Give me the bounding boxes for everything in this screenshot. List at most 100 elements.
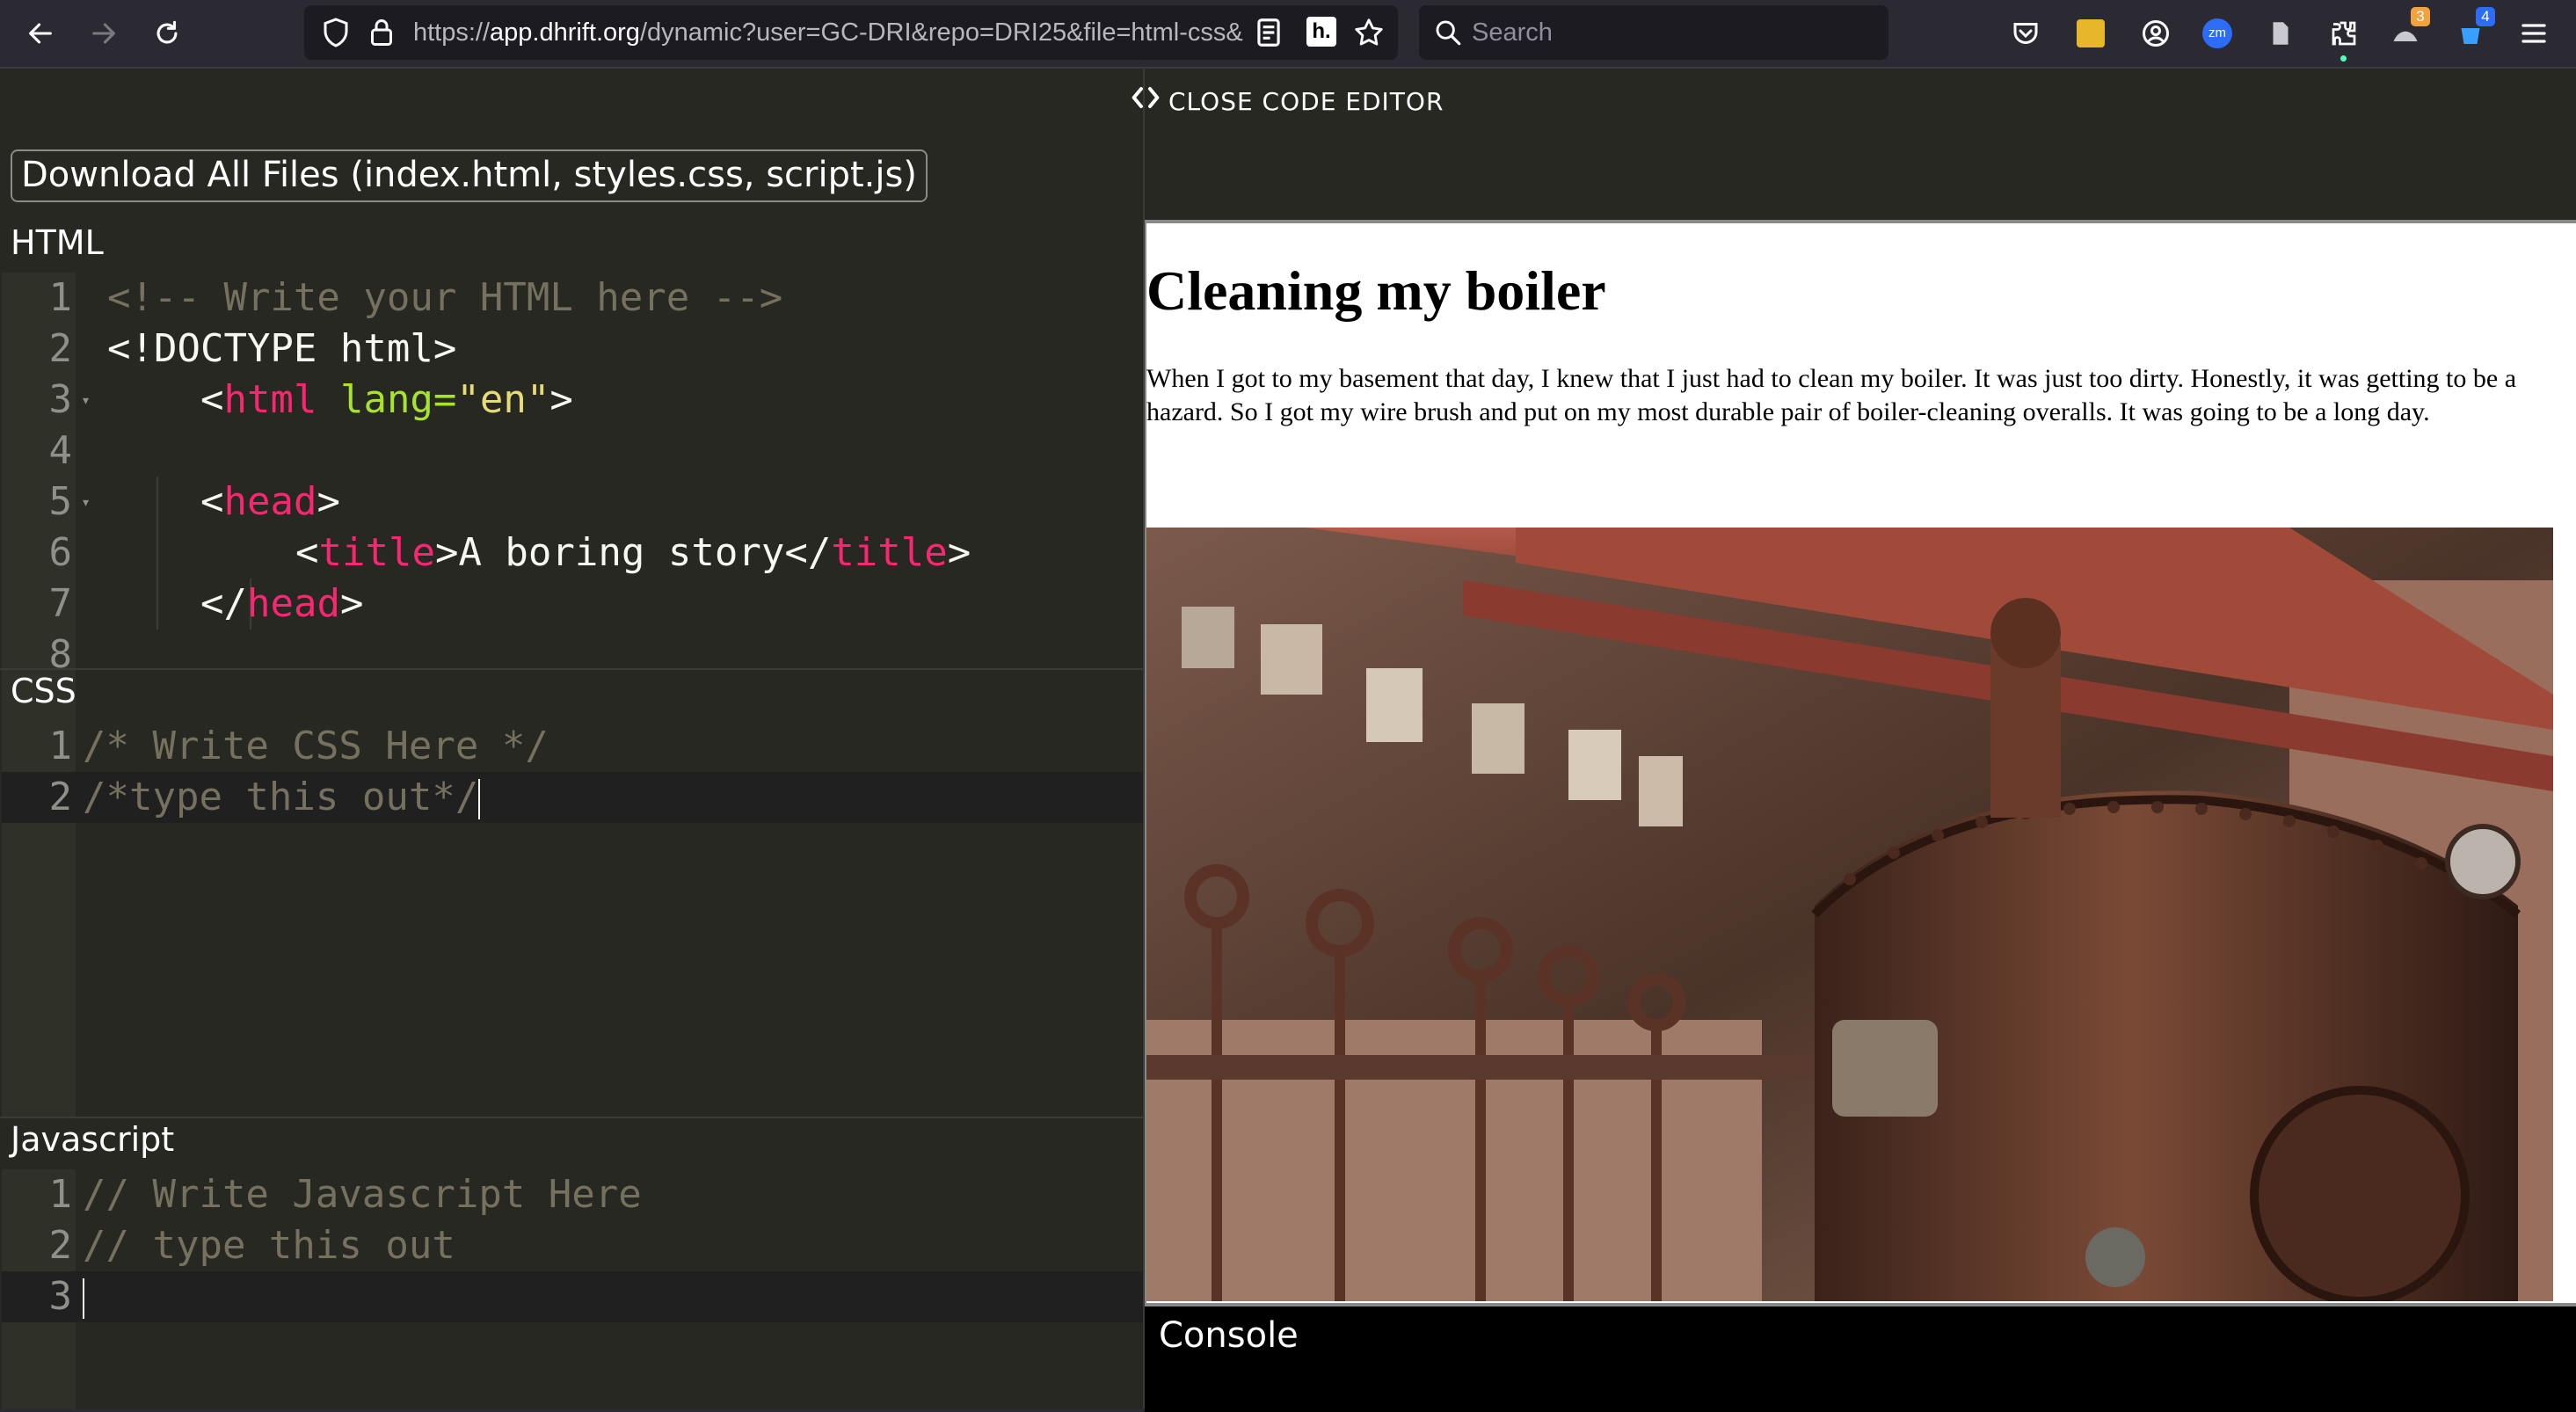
console-panel: Console	[1145, 1303, 2576, 1412]
line-number: 2	[48, 326, 73, 371]
back-button[interactable]	[16, 9, 65, 58]
pocket-icon[interactable]	[2005, 12, 2047, 55]
puzzle-icon[interactable]	[2323, 12, 2365, 62]
preview-heading: Cleaning my boiler	[1146, 259, 1606, 322]
css-section-label: CSS	[11, 672, 76, 710]
extension-badge-a: 3	[2411, 7, 2430, 26]
editor-divider[interactable]	[0, 668, 1143, 670]
preview-paragraph: When I got to my basement that day, I kn…	[1146, 364, 2517, 426]
zoom-extension-icon[interactable]: zm	[2196, 12, 2238, 55]
url-bar[interactable]: https://app.dhrift.org/dynamic?user=GC-D…	[304, 5, 1398, 60]
code-text	[83, 1271, 84, 1322]
code-tag: head	[223, 479, 317, 524]
code-line: 1 /* Write CSS Here */	[2, 721, 1143, 772]
code-text: </head>	[200, 579, 363, 630]
reader-view-icon[interactable]	[1252, 16, 1285, 49]
tracking-shield-icon[interactable]	[320, 17, 352, 48]
code-comment: /*type this out*/	[83, 775, 479, 819]
line-number: 6	[48, 530, 73, 575]
code-tag: title	[831, 530, 948, 575]
code-line-active: 3	[2, 1271, 1143, 1322]
close-code-editor-label: CLOSE CODE EDITOR	[1168, 87, 1444, 116]
editor-divider[interactable]	[0, 1117, 1143, 1118]
code-punct: <	[200, 479, 224, 524]
code-punct: >	[339, 581, 364, 626]
code-line: 1 <!-- Write your HTML here -->	[2, 273, 1143, 324]
download-all-files-button[interactable]: Download All Files (index.html, styles.c…	[11, 149, 928, 202]
account-icon[interactable]	[2135, 12, 2177, 55]
code-line: 3 ▾ <html lang="en">	[2, 375, 1143, 426]
code-tag: title	[318, 530, 435, 575]
text-cursor	[478, 779, 481, 819]
live-preview-pane: Cleaning my boiler When I got to my base…	[1145, 220, 2576, 1305]
code-line: 5 ▾ <head>	[2, 477, 1143, 528]
code-text: // type this out	[83, 1223, 455, 1268]
close-code-editor-button[interactable]: CLOSE CODE EDITOR	[1128, 84, 1444, 120]
line-number: 4	[48, 428, 73, 473]
code-inner-text: A boring story	[458, 530, 785, 575]
code-punct: >	[317, 479, 340, 524]
blue-extension-icon[interactable]: 4	[2449, 7, 2495, 55]
code-punct: <	[200, 377, 224, 422]
extension-badge-b: 4	[2476, 7, 2495, 26]
honey-extension-icon[interactable]: h.	[1306, 17, 1336, 47]
html-code-editor[interactable]: 1 <!-- Write your HTML here --> 2 <!DOCT…	[2, 273, 1143, 737]
code-punct: </	[200, 581, 247, 626]
line-number: 7	[48, 581, 73, 626]
code-line: 4	[2, 426, 1143, 477]
padlock-icon[interactable]	[366, 17, 397, 48]
fold-arrow-icon[interactable]: ▾	[83, 496, 89, 510]
css-code-editor[interactable]: 1 /* Write CSS Here */ 2 /*type this out…	[2, 721, 1143, 1117]
code-line: 7 </head>	[2, 579, 1143, 630]
search-bar[interactable]: Search	[1419, 5, 1888, 60]
zoom-extension-label: zm	[2202, 18, 2232, 48]
line-number: 1	[48, 275, 73, 320]
code-line: 1 // Write Javascript Here	[2, 1169, 1143, 1220]
code-punct: </	[784, 530, 832, 575]
text-cursor	[83, 1278, 84, 1319]
line-number: 1	[48, 1172, 73, 1217]
fold-arrow-icon[interactable]: ▾	[83, 394, 89, 408]
forward-arrow-icon	[92, 23, 115, 44]
code-line: 2 <!DOCTYPE html>	[2, 324, 1143, 375]
code-tag: head	[246, 581, 340, 626]
console-label: Console	[1159, 1315, 1299, 1356]
boiler-photo	[1146, 528, 2553, 1305]
code-brackets-icon	[1128, 80, 1163, 125]
bookmark-star-icon[interactable]	[1352, 16, 1386, 49]
code-text: <head>	[200, 477, 340, 528]
code-punct: >	[947, 530, 971, 575]
notes-extension-icon[interactable]	[2070, 12, 2112, 55]
hamburger-menu-icon[interactable]	[2513, 12, 2555, 55]
javascript-section-label: Javascript	[11, 1120, 175, 1159]
document-extension-icon[interactable]	[2259, 12, 2302, 55]
code-text: <!-- Write your HTML here -->	[107, 275, 783, 320]
code-string: "en"	[456, 377, 550, 422]
code-editor-app: CLOSE CODE EDITOR Download All Files (in…	[0, 69, 2576, 1412]
html-section-label: HTML	[11, 223, 104, 262]
javascript-code-editor[interactable]: 1 // Write Javascript Here 2 // type thi…	[2, 1169, 1143, 1408]
orange-extension-icon[interactable]: 3	[2384, 7, 2430, 55]
reload-button[interactable]	[142, 9, 192, 58]
code-text: /* Write CSS Here */	[83, 724, 549, 768]
code-text: <html lang="en">	[200, 375, 573, 426]
code-line-active: 2 /*type this out*/	[2, 772, 1143, 823]
line-number: 3	[48, 377, 73, 422]
code-punct: <	[295, 530, 319, 575]
url-scheme: https://	[413, 18, 491, 47]
browser-toolbar: https://app.dhrift.org/dynamic?user=GC-D…	[0, 0, 2576, 69]
forward-button[interactable]	[79, 9, 128, 58]
code-text: // Write Javascript Here	[83, 1172, 642, 1217]
code-text: /*type this out*/	[83, 772, 481, 823]
line-number: 2	[48, 1223, 73, 1268]
line-number: 5	[48, 479, 73, 524]
code-text: <title>A boring story</title>	[295, 528, 971, 579]
url-host: app.dhrift.org	[490, 18, 640, 47]
code-punct: >	[434, 530, 459, 575]
code-punct: >	[549, 377, 573, 422]
code-line: 8	[2, 630, 1143, 681]
search-placeholder: Search	[1472, 18, 1553, 47]
code-attr: lang=	[317, 377, 457, 422]
url-path: /dynamic?user=GC-DRI&repo=DRI25&file=htm…	[639, 18, 1243, 47]
line-number: 1	[48, 724, 73, 768]
